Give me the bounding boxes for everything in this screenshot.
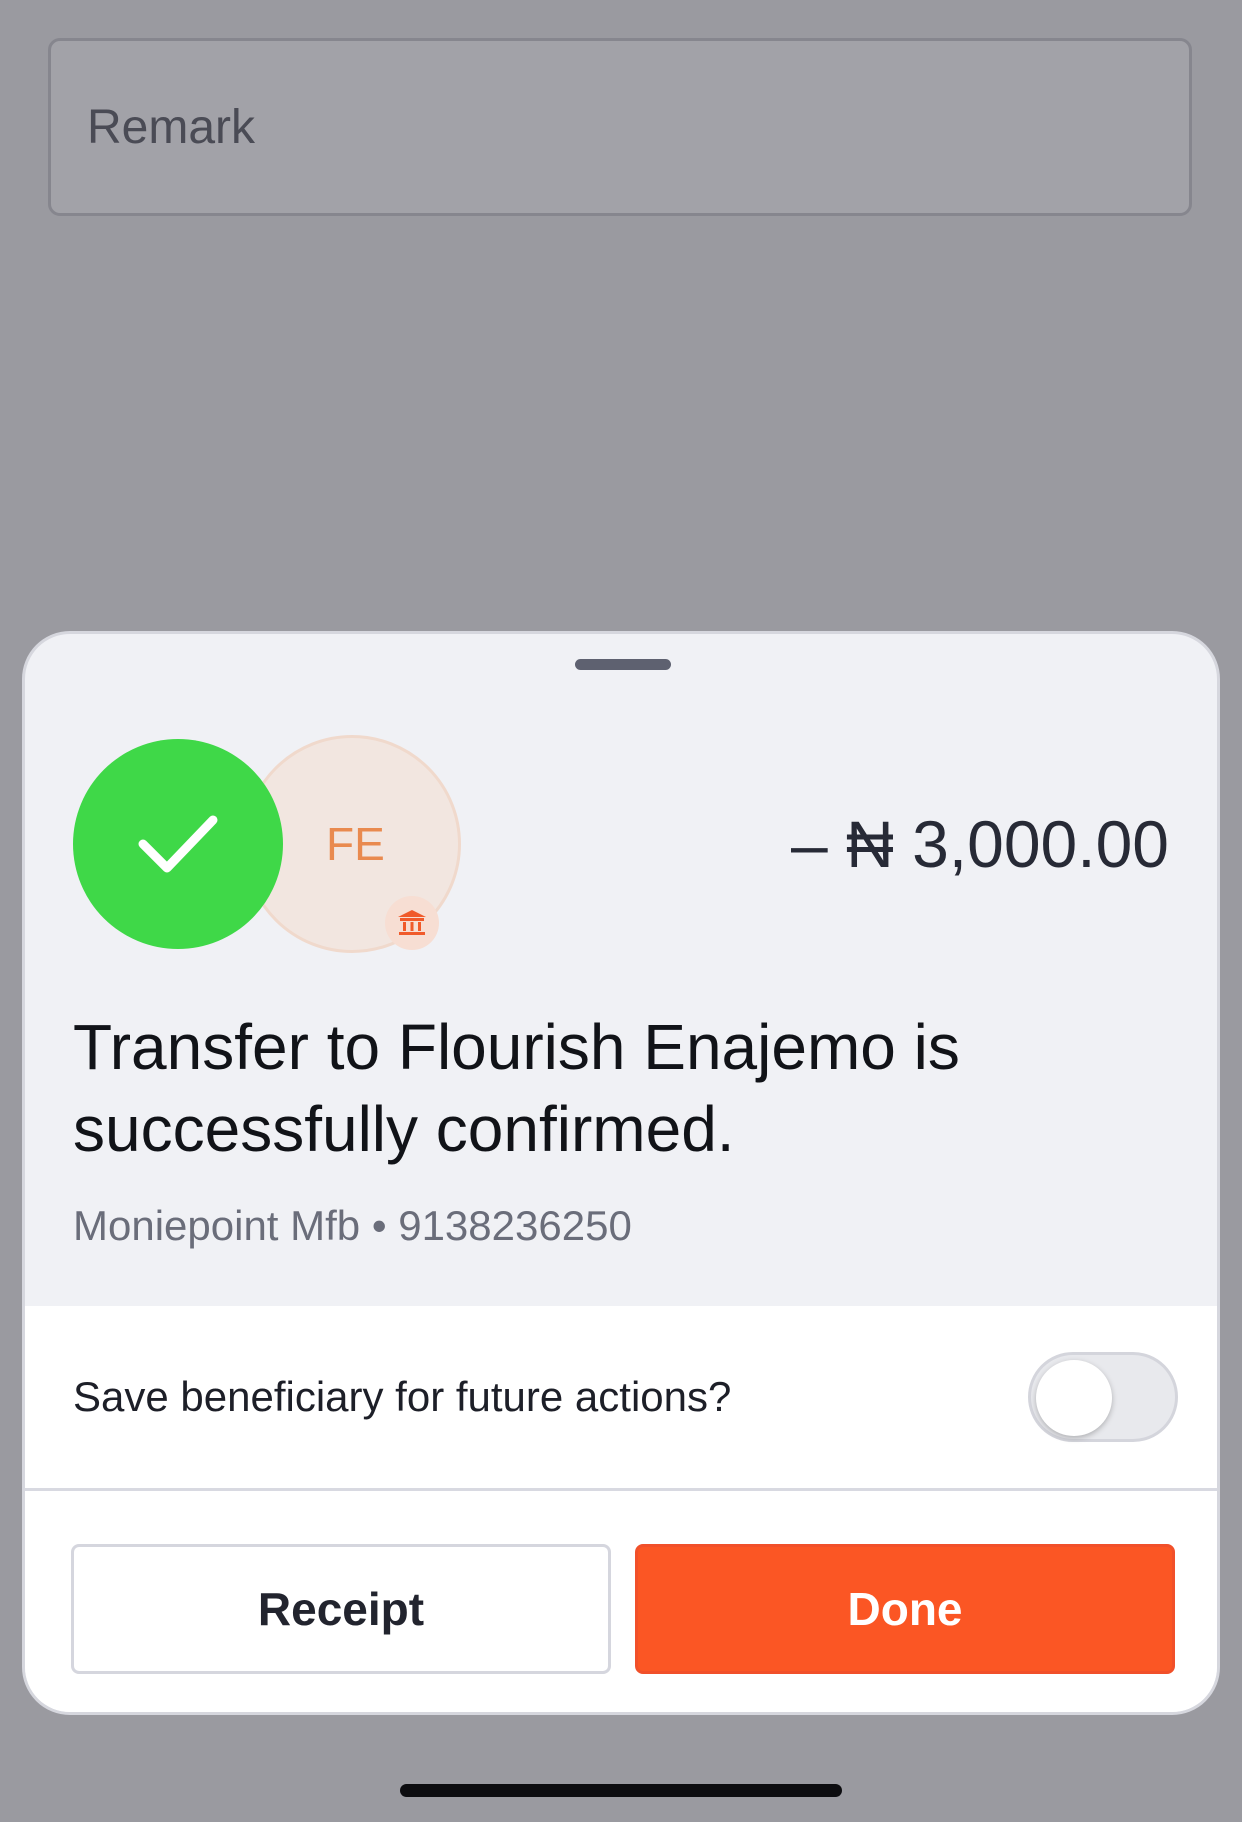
transfer-success-sheet: FE – ₦ 3,000.00 Transfer to Flourish Ena…	[22, 631, 1220, 1715]
transfer-amount: – ₦ 3,000.00	[791, 807, 1169, 881]
account-number: 9138236250	[398, 1202, 632, 1249]
recipient-initials: FE	[326, 818, 385, 870]
done-button[interactable]: Done	[635, 1544, 1175, 1674]
remark-input[interactable]: Remark	[48, 38, 1192, 216]
toggle-knob	[1036, 1360, 1112, 1436]
home-indicator[interactable]	[400, 1784, 842, 1797]
save-beneficiary-toggle[interactable]	[1028, 1352, 1178, 1442]
bank-icon	[385, 896, 439, 950]
success-message: Transfer to Flourish Enajemo is successf…	[73, 1011, 960, 1165]
recipient-bank-details: Moniepoint Mfb • 9138236250	[73, 1202, 632, 1250]
save-beneficiary-label: Save beneficiary for future actions?	[73, 1373, 732, 1420]
separator-dot: •	[371, 1202, 387, 1249]
remark-placeholder: Remark	[87, 100, 256, 154]
receipt-button[interactable]: Receipt	[71, 1544, 611, 1674]
save-beneficiary-row: Save beneficiary for future actions?	[25, 1306, 1217, 1491]
sheet-grabber-handle[interactable]	[575, 659, 671, 670]
bank-name: Moniepoint Mfb	[73, 1202, 361, 1249]
checkmark-icon	[73, 739, 283, 949]
action-footer: Receipt Done	[25, 1491, 1217, 1712]
